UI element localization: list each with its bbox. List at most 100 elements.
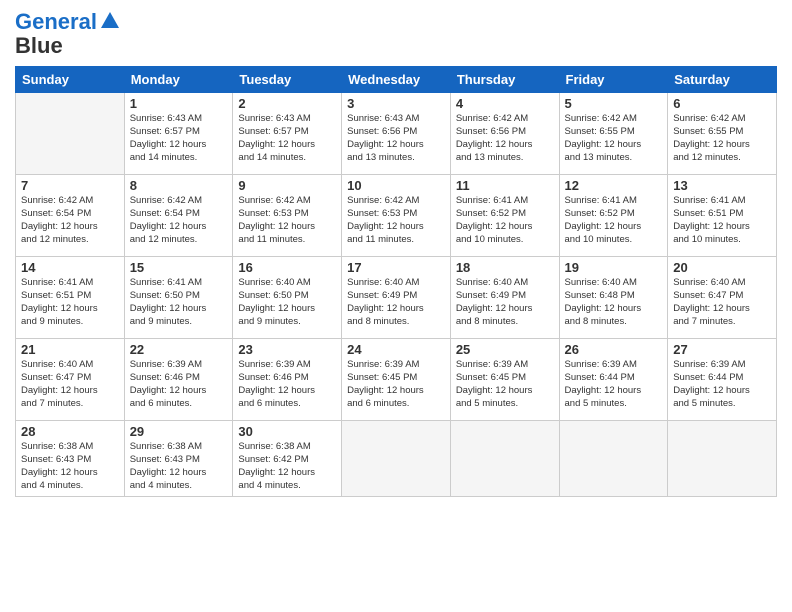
calendar: SundayMondayTuesdayWednesdayThursdayFrid… [15, 66, 777, 496]
day-number: 28 [21, 424, 119, 439]
calendar-cell: 9 Sunrise: 6:42 AM Sunset: 6:53 PM Daylig… [233, 175, 342, 257]
day-number: 21 [21, 342, 119, 357]
calendar-cell: 25Sunrise: 6:39 AM Sunset: 6:45 PM Dayli… [450, 339, 559, 421]
day-info: Sunrise: 6:43 AM Sunset: 6:57 PM Dayligh… [238, 113, 336, 164]
day-number: 4 [456, 96, 554, 111]
calendar-cell: 7Sunrise: 6:42 AM Sunset: 6:54 PM Daylig… [16, 175, 125, 257]
weekday-header-saturday: Saturday [668, 67, 777, 93]
day-info: Sunrise: 6:40 AM Sunset: 6:47 PM Dayligh… [21, 359, 119, 410]
day-number: 22 [130, 342, 228, 357]
week-row-2: 7 Sunrise: 6:42 AM Sunset: 6:54 PM Daylig… [16, 175, 777, 257]
day-number: 3 [347, 96, 445, 111]
day-number: 9 [238, 178, 336, 193]
day-number: 5 [565, 96, 663, 111]
calendar-cell [342, 421, 451, 496]
logo-text2: Blue [15, 33, 63, 58]
day-number: 11 [456, 178, 554, 193]
day-number: 30 [238, 424, 336, 439]
logo-text: General [15, 10, 97, 34]
day-info: Sunrise: 6:40 AM Sunset: 6:47 PM Dayligh… [673, 277, 771, 328]
day-info: Sunrise: 6:43 AM Sunset: 6:56 PM Dayligh… [347, 113, 445, 164]
day-info: Sunrise: 6:39 AM Sunset: 6:44 PM Dayligh… [673, 359, 771, 410]
weekday-header-row: SundayMondayTuesdayWednesdayThursdayFrid… [16, 67, 777, 93]
calendar-cell: 19 Sunrise: 6:40 AM Sunset: 6:48 PM Dayli… [559, 257, 668, 339]
calendar-cell: 18 Sunrise: 6:40 AM Sunset: 6:49 PM Dayli… [450, 257, 559, 339]
day-info: Sunrise: 6:40 AM Sunset: 6:50 PM Dayligh… [238, 277, 336, 328]
day-number: 6 [673, 96, 771, 111]
day-number: 7 [21, 178, 119, 193]
calendar-cell [16, 93, 125, 175]
week-row-1: 1Sunrise: 6:43 AM Sunset: 6:57 PM Daylig… [16, 93, 777, 175]
calendar-cell: 26 Sunrise: 6:39 AM Sunset: 6:44 PM Dayli… [559, 339, 668, 421]
day-info: Sunrise: 6:42 AM Sunset: 6:55 PM Dayligh… [673, 113, 771, 164]
calendar-cell: 27 Sunrise: 6:39 AM Sunset: 6:44 PM Dayli… [668, 339, 777, 421]
weekday-header-monday: Monday [124, 67, 233, 93]
calendar-cell [450, 421, 559, 496]
day-info: Sunrise: 6:42 AM Sunset: 6:53 PM Dayligh… [347, 195, 445, 246]
logo: General Blue [15, 10, 121, 58]
week-row-4: 21 Sunrise: 6:40 AM Sunset: 6:47 PM Dayli… [16, 339, 777, 421]
calendar-cell: 23Sunrise: 6:39 AM Sunset: 6:46 PM Dayli… [233, 339, 342, 421]
calendar-cell [668, 421, 777, 496]
day-number: 20 [673, 260, 771, 275]
header: General Blue [15, 10, 777, 58]
logo-icon [99, 10, 121, 32]
calendar-cell: 16 Sunrise: 6:40 AM Sunset: 6:50 PM Dayli… [233, 257, 342, 339]
calendar-cell: 6 Sunrise: 6:42 AM Sunset: 6:55 PM Daylig… [668, 93, 777, 175]
calendar-cell: 20 Sunrise: 6:40 AM Sunset: 6:47 PM Dayli… [668, 257, 777, 339]
day-number: 16 [238, 260, 336, 275]
calendar-cell: 11 Sunrise: 6:41 AM Sunset: 6:52 PM Dayli… [450, 175, 559, 257]
day-info: Sunrise: 6:38 AM Sunset: 6:43 PM Dayligh… [21, 441, 119, 492]
day-info: Sunrise: 6:39 AM Sunset: 6:46 PM Dayligh… [238, 359, 336, 410]
calendar-cell: 12Sunrise: 6:41 AM Sunset: 6:52 PM Dayli… [559, 175, 668, 257]
weekday-header-sunday: Sunday [16, 67, 125, 93]
page: General Blue SundayMondayTuesdayWednesda… [0, 0, 792, 612]
day-info: Sunrise: 6:38 AM Sunset: 6:42 PM Dayligh… [238, 441, 336, 492]
day-number: 19 [565, 260, 663, 275]
day-info: Sunrise: 6:42 AM Sunset: 6:53 PM Dayligh… [238, 195, 336, 246]
day-info: Sunrise: 6:40 AM Sunset: 6:49 PM Dayligh… [347, 277, 445, 328]
day-number: 15 [130, 260, 228, 275]
day-number: 8 [130, 178, 228, 193]
day-info: Sunrise: 6:41 AM Sunset: 6:51 PM Dayligh… [21, 277, 119, 328]
day-info: Sunrise: 6:39 AM Sunset: 6:45 PM Dayligh… [456, 359, 554, 410]
day-info: Sunrise: 6:41 AM Sunset: 6:51 PM Dayligh… [673, 195, 771, 246]
day-number: 14 [21, 260, 119, 275]
calendar-cell: 4 Sunrise: 6:42 AM Sunset: 6:56 PM Daylig… [450, 93, 559, 175]
calendar-cell: 30 Sunrise: 6:38 AM Sunset: 6:42 PM Dayli… [233, 421, 342, 496]
week-row-3: 14 Sunrise: 6:41 AM Sunset: 6:51 PM Dayli… [16, 257, 777, 339]
calendar-cell: 10Sunrise: 6:42 AM Sunset: 6:53 PM Dayli… [342, 175, 451, 257]
day-info: Sunrise: 6:40 AM Sunset: 6:49 PM Dayligh… [456, 277, 554, 328]
calendar-cell [559, 421, 668, 496]
day-info: Sunrise: 6:40 AM Sunset: 6:48 PM Dayligh… [565, 277, 663, 328]
calendar-cell: 5Sunrise: 6:42 AM Sunset: 6:55 PM Daylig… [559, 93, 668, 175]
day-number: 27 [673, 342, 771, 357]
day-number: 26 [565, 342, 663, 357]
calendar-cell: 17Sunrise: 6:40 AM Sunset: 6:49 PM Dayli… [342, 257, 451, 339]
calendar-cell: 2Sunrise: 6:43 AM Sunset: 6:57 PM Daylig… [233, 93, 342, 175]
day-info: Sunrise: 6:39 AM Sunset: 6:46 PM Dayligh… [130, 359, 228, 410]
day-number: 18 [456, 260, 554, 275]
calendar-cell: 22 Sunrise: 6:39 AM Sunset: 6:46 PM Dayli… [124, 339, 233, 421]
day-info: Sunrise: 6:39 AM Sunset: 6:45 PM Dayligh… [347, 359, 445, 410]
day-info: Sunrise: 6:38 AM Sunset: 6:43 PM Dayligh… [130, 441, 228, 492]
weekday-header-thursday: Thursday [450, 67, 559, 93]
day-info: Sunrise: 6:43 AM Sunset: 6:57 PM Dayligh… [130, 113, 228, 164]
calendar-cell: 21 Sunrise: 6:40 AM Sunset: 6:47 PM Dayli… [16, 339, 125, 421]
day-info: Sunrise: 6:42 AM Sunset: 6:56 PM Dayligh… [456, 113, 554, 164]
day-info: Sunrise: 6:41 AM Sunset: 6:52 PM Dayligh… [565, 195, 663, 246]
weekday-header-friday: Friday [559, 67, 668, 93]
day-info: Sunrise: 6:39 AM Sunset: 6:44 PM Dayligh… [565, 359, 663, 410]
calendar-cell: 1Sunrise: 6:43 AM Sunset: 6:57 PM Daylig… [124, 93, 233, 175]
weekday-header-wednesday: Wednesday [342, 67, 451, 93]
day-number: 13 [673, 178, 771, 193]
calendar-cell: 14 Sunrise: 6:41 AM Sunset: 6:51 PM Dayli… [16, 257, 125, 339]
day-number: 24 [347, 342, 445, 357]
calendar-cell: 8 Sunrise: 6:42 AM Sunset: 6:54 PM Daylig… [124, 175, 233, 257]
weekday-header-tuesday: Tuesday [233, 67, 342, 93]
calendar-cell: 29 Sunrise: 6:38 AM Sunset: 6:43 PM Dayli… [124, 421, 233, 496]
day-number: 29 [130, 424, 228, 439]
day-info: Sunrise: 6:41 AM Sunset: 6:52 PM Dayligh… [456, 195, 554, 246]
day-info: Sunrise: 6:42 AM Sunset: 6:54 PM Dayligh… [130, 195, 228, 246]
week-row-5: 28 Sunrise: 6:38 AM Sunset: 6:43 PM Dayli… [16, 421, 777, 496]
